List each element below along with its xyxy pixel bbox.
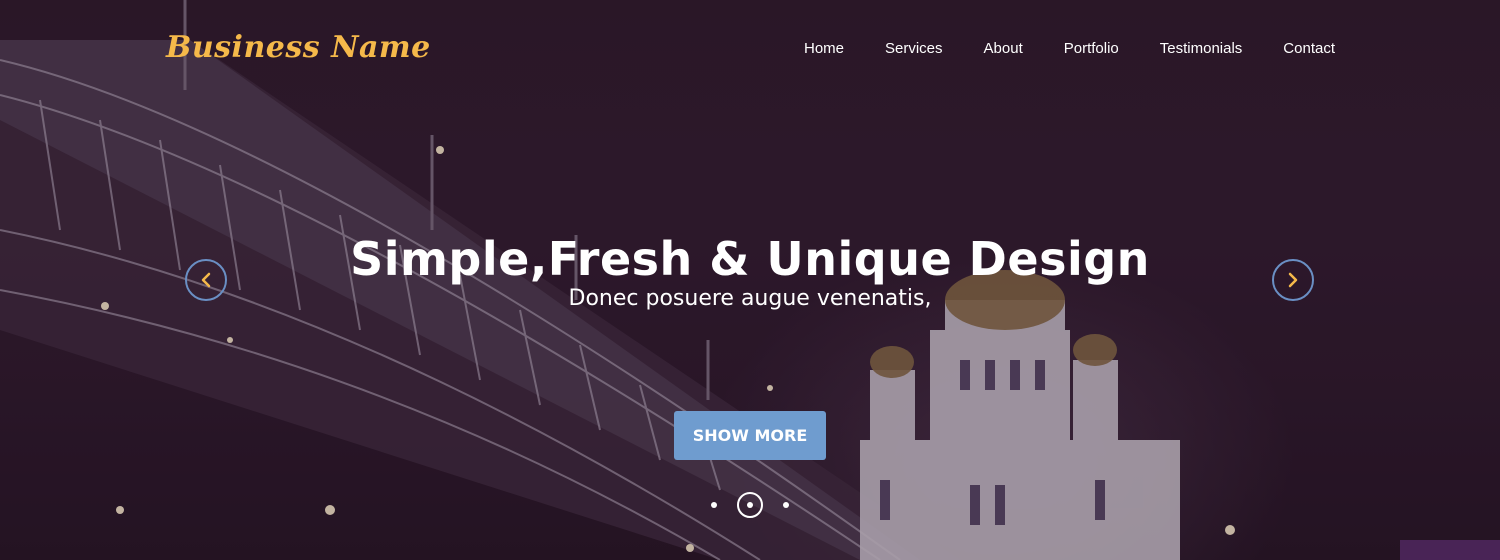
brand-logo[interactable]: Business Name <box>166 30 431 65</box>
nav-item-services[interactable]: Services <box>885 40 943 57</box>
hero-slider: Business Name Home Services About Portfo… <box>0 0 1500 560</box>
nav-item-portfolio[interactable]: Portfolio <box>1064 40 1119 57</box>
slide-dot-2-active[interactable] <box>737 492 763 518</box>
slide-indicators <box>706 492 796 518</box>
nav-item-about[interactable]: About <box>984 40 1023 57</box>
hero-subheadline: Donec posuere augue venenatis, <box>568 286 932 311</box>
show-more-button[interactable]: SHOW MORE <box>674 411 826 460</box>
main-nav: Home Services About Portfolio Testimonia… <box>763 40 1335 57</box>
hero-headline: Simple,Fresh & Unique Design <box>350 232 1150 286</box>
slide-dot-3[interactable] <box>783 502 789 508</box>
nav-item-contact[interactable]: Contact <box>1283 40 1335 57</box>
slide-dot-1[interactable] <box>711 502 717 508</box>
nav-item-home[interactable]: Home <box>804 40 844 57</box>
nav-item-testimonials[interactable]: Testimonials <box>1160 40 1243 57</box>
